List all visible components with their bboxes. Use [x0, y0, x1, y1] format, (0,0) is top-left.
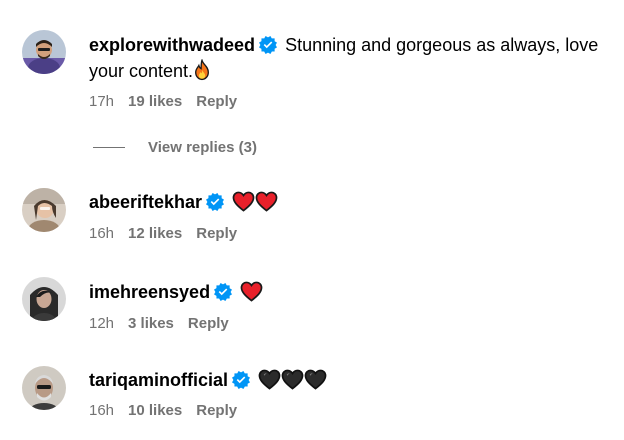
avatar[interactable]	[22, 277, 66, 321]
username[interactable]: imehreensyed	[89, 282, 210, 302]
avatar[interactable]	[22, 30, 66, 74]
reply-button[interactable]: Reply	[196, 93, 237, 110]
verified-icon	[214, 283, 232, 301]
view-replies-label[interactable]: View replies (3)	[148, 139, 257, 156]
avatar[interactable]	[22, 366, 66, 410]
timestamp: 17h	[89, 93, 115, 110]
divider	[93, 146, 125, 148]
comment-text: tariqaminofficial	[89, 367, 612, 393]
comment-meta: 16h 10 likes Reply	[89, 402, 612, 420]
avatar[interactable]	[22, 188, 66, 232]
reply-button[interactable]: Reply	[188, 315, 229, 332]
comment-meta: 16h 12 likes Reply	[89, 225, 612, 243]
comment-meta: 17h 19 likes Reply	[89, 93, 612, 111]
comment-meta: 12h 3 likes Reply	[89, 315, 612, 333]
black-heart-icon	[304, 369, 327, 390]
username[interactable]: abeeriftekhar	[89, 192, 202, 212]
fire-icon	[193, 59, 211, 81]
comment-text: explorewithwadeed Stunning and gorgeous …	[89, 32, 612, 84]
comment-text: abeeriftekhar	[89, 189, 612, 215]
verified-icon	[232, 371, 250, 389]
verified-icon	[259, 36, 277, 54]
reply-button[interactable]: Reply	[196, 402, 237, 419]
black-heart-icon	[258, 369, 281, 390]
likes-count[interactable]: 10 likes	[128, 402, 182, 419]
timestamp: 12h	[89, 315, 115, 332]
comment-text: imehreensyed	[89, 279, 612, 305]
likes-count[interactable]: 3 likes	[128, 315, 174, 332]
timestamp: 16h	[89, 402, 115, 419]
red-heart-icon	[232, 191, 255, 212]
black-heart-icon	[281, 369, 304, 390]
view-replies-button[interactable]: View replies (3)	[93, 137, 257, 157]
likes-count[interactable]: 19 likes	[128, 93, 182, 110]
timestamp: 16h	[89, 225, 115, 242]
username[interactable]: tariqaminofficial	[89, 370, 228, 390]
red-heart-icon	[255, 191, 278, 212]
reply-button[interactable]: Reply	[196, 225, 237, 242]
username[interactable]: explorewithwadeed	[89, 35, 255, 55]
verified-icon	[206, 193, 224, 211]
likes-count[interactable]: 12 likes	[128, 225, 182, 242]
red-heart-icon	[240, 281, 263, 302]
